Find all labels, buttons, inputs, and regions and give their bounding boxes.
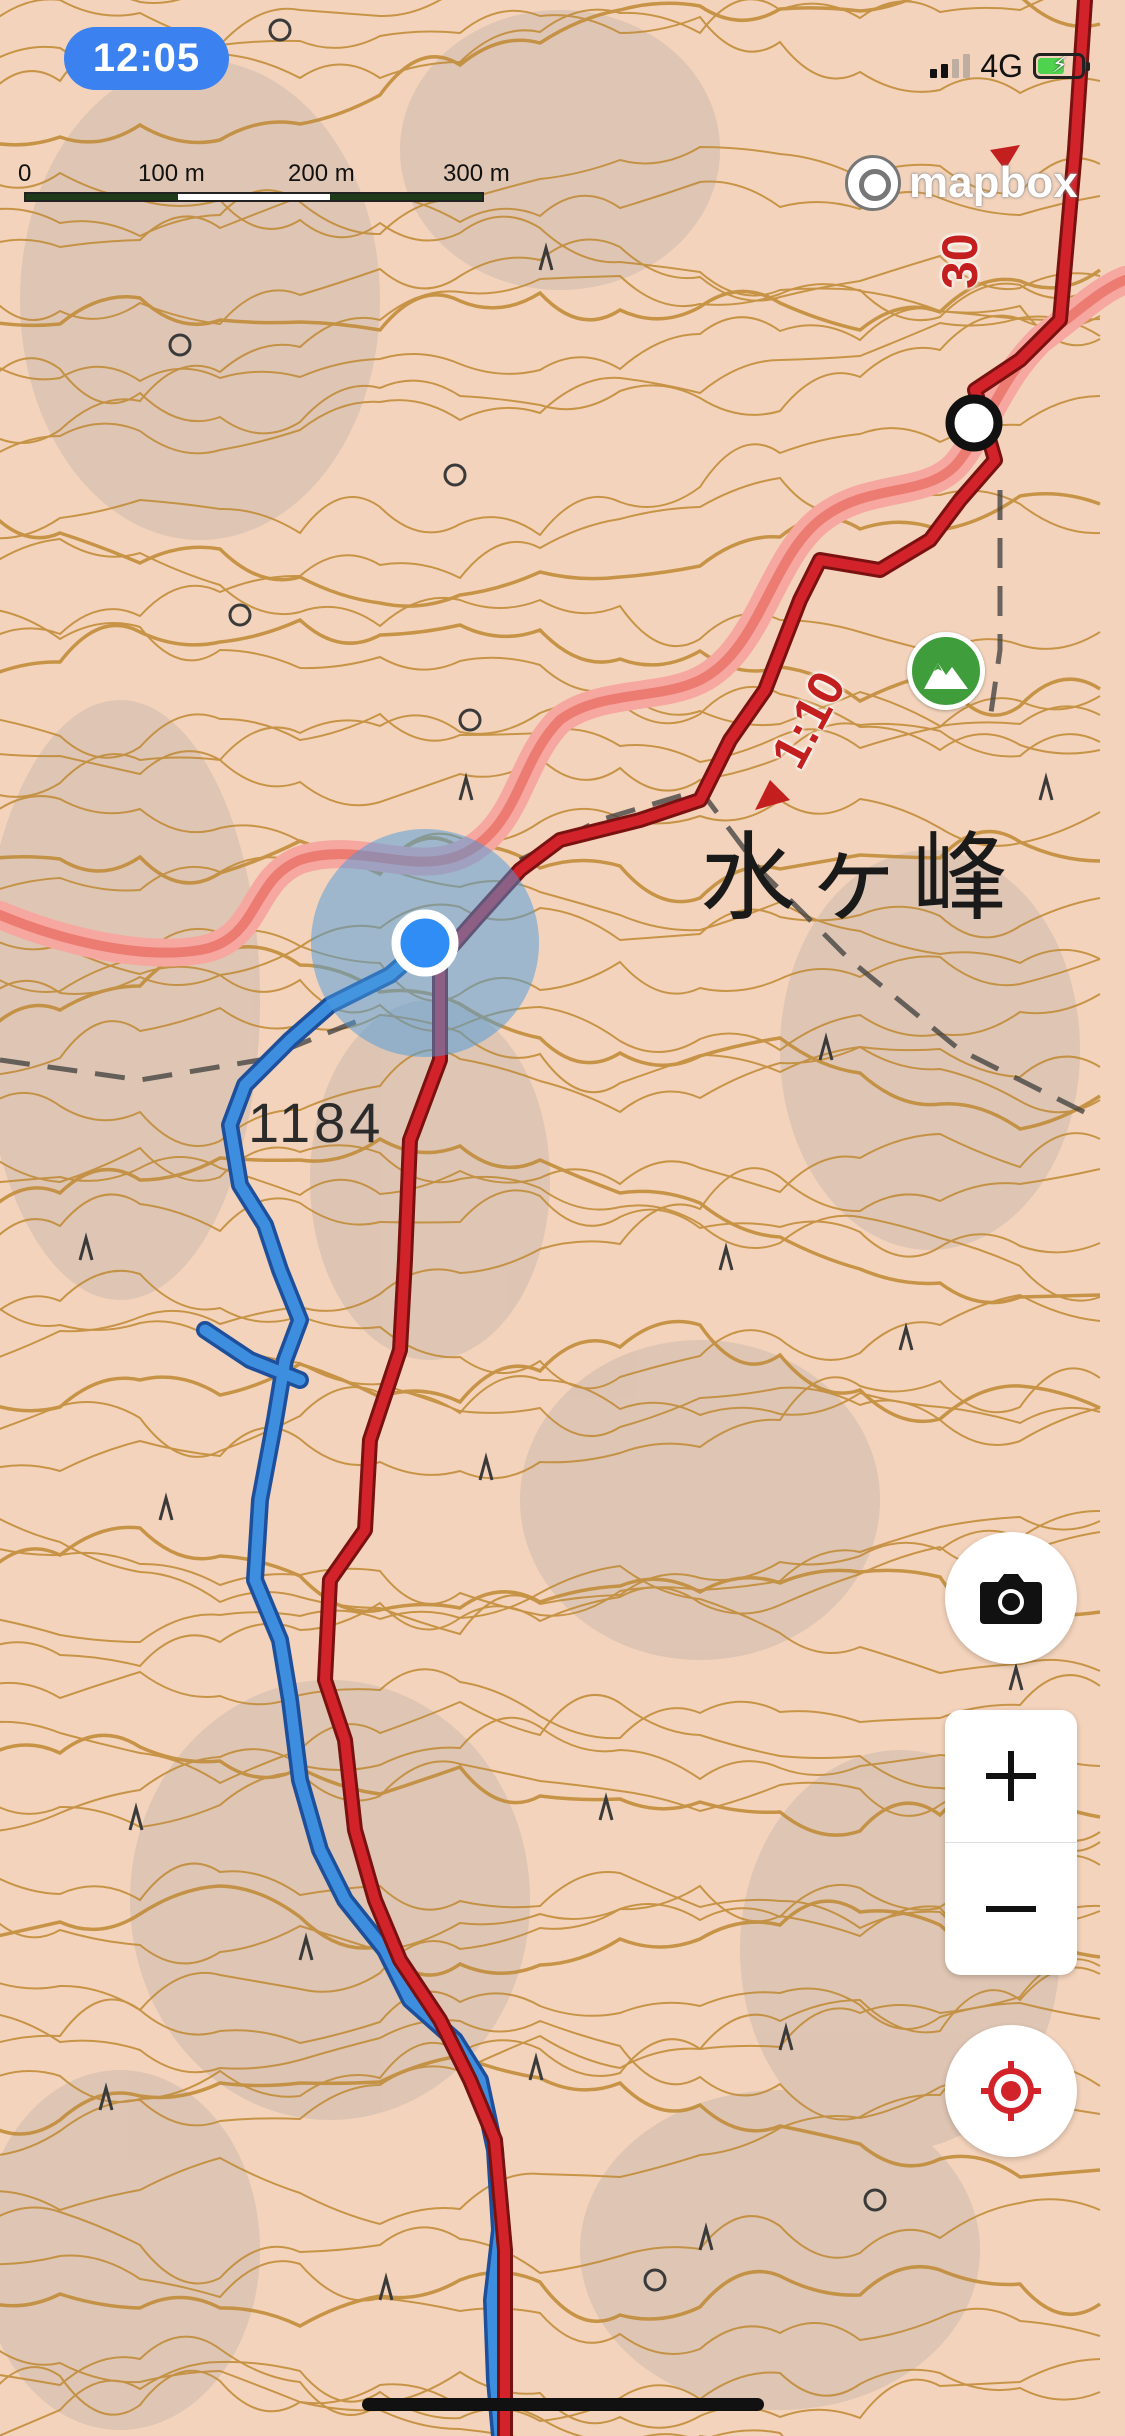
status-indicators: 4G ⚡ (930, 46, 1090, 86)
mountain-icon[interactable] (907, 632, 985, 710)
scale-segment (330, 194, 482, 200)
current-location-dot[interactable] (391, 909, 459, 977)
scale-bar-track (24, 192, 484, 202)
home-indicator[interactable] (362, 2398, 764, 2411)
cellular-signal-icon (930, 54, 971, 78)
mapbox-logo-icon (845, 155, 901, 211)
scale-label-300: 300 m (443, 160, 510, 187)
battery-icon: ⚡ (1033, 52, 1090, 79)
minus-icon (986, 1906, 1036, 1912)
waypoint-marker (945, 394, 1003, 452)
network-type: 4G (980, 47, 1023, 84)
zoom-in-button[interactable] (945, 1710, 1077, 1842)
camera-icon (980, 1574, 1042, 1624)
plus-icon (986, 1751, 1036, 1801)
scale-label-100: 100 m (138, 160, 205, 187)
scale-segment (26, 194, 178, 200)
camera-button[interactable] (945, 1532, 1077, 1664)
elevation-label: 1184 (248, 1091, 385, 1154)
peak-name-label: 水ヶ峰 (700, 822, 1018, 934)
locate-me-button[interactable] (945, 2025, 1077, 2157)
scale-bar: 0 100 m 200 m 300 m (18, 160, 510, 210)
zoom-out-button[interactable] (945, 1843, 1077, 1975)
scale-label-0: 0 (18, 160, 32, 187)
status-time: 12:05 (64, 27, 229, 90)
target-icon (981, 2061, 1041, 2121)
mapbox-logo-text: mapbox (909, 158, 1078, 207)
segment-time-label: 30 (932, 233, 988, 289)
scale-label-200: 200 m (288, 160, 355, 187)
scale-segment (178, 194, 330, 200)
zoom-controls (945, 1710, 1077, 1975)
mapbox-logo[interactable]: mapbox (845, 155, 1078, 211)
charging-bolt-icon: ⚡ (1052, 52, 1068, 77)
